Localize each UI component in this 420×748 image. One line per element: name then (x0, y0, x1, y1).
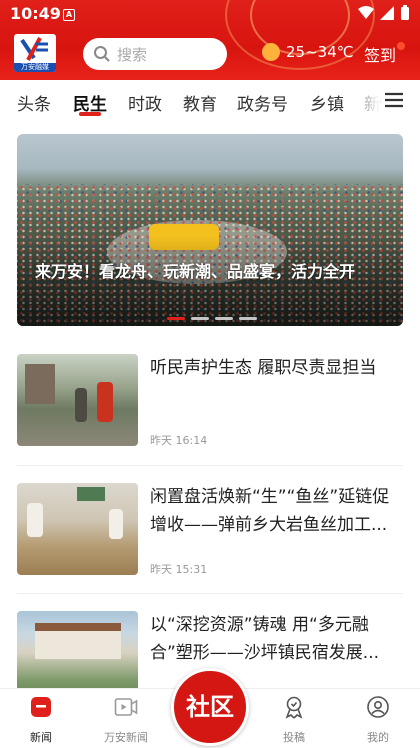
news-title: 闲置盘活焕新“生”“鱼丝”延链促增收——弹前乡大岩鱼丝加工... (150, 487, 390, 535)
banner-carousel[interactable]: 来万安！看龙舟、玩新潮、品盛宴，活力全开 (17, 134, 403, 326)
weather-widget[interactable]: 25~34℃ (262, 43, 354, 61)
app-header: 10:49 A 万安融媒 搜索 25~34℃ 签到 (0, 0, 420, 80)
menu-icon[interactable] (385, 92, 403, 108)
news-thumbnail (17, 354, 138, 446)
award-icon (285, 696, 303, 719)
news-title: 以“深挖资源”铸魂 用“多元融合”塑形——沙坪镇民宿发展... (150, 615, 380, 663)
carousel-dot[interactable] (191, 317, 209, 320)
status-icons (358, 5, 410, 21)
nav-label: 新闻 (30, 731, 52, 744)
search-placeholder: 搜索 (117, 45, 148, 64)
signin-button[interactable]: 签到 (364, 42, 396, 66)
battery-icon (401, 5, 409, 20)
status-bar: 10:49 A (0, 0, 420, 28)
notification-badge-icon: A (63, 9, 75, 21)
sun-icon (262, 43, 280, 61)
profile-icon (367, 696, 389, 718)
news-item[interactable]: 听民声护生态 履职尽责显担当 昨天 16:14 (17, 354, 403, 448)
news-time: 昨天 15:31 (150, 563, 208, 576)
weather-temperature: 25~34℃ (286, 43, 354, 61)
news-title: 听民声护生态 履职尽责显担当 (150, 358, 377, 378)
community-button[interactable]: 社区 (171, 668, 249, 746)
divider (17, 593, 403, 594)
search-input[interactable]: 搜索 (83, 38, 227, 70)
nav-wanan-news[interactable]: 万安新闻 (96, 695, 156, 745)
nav-news[interactable]: 新闻 (11, 695, 71, 745)
signin-badge-dot (397, 42, 405, 50)
tab-politics[interactable]: 时政 (128, 90, 162, 115)
carousel-dot[interactable] (239, 317, 257, 320)
wifi-icon (358, 6, 374, 19)
carousel-dots (167, 317, 257, 320)
tabs-fade (344, 84, 380, 120)
carousel-dot[interactable] (167, 317, 185, 320)
nav-submit[interactable]: 投稿 (264, 695, 324, 745)
search-icon (94, 46, 110, 62)
status-time: 10:49 (10, 4, 61, 23)
nav-mine[interactable]: 我的 (348, 695, 408, 745)
news-thumbnail (17, 483, 138, 575)
banner-title: 来万安！看龙舟、玩新潮、品盛宴，活力全开 (35, 262, 356, 281)
news-time: 昨天 16:14 (150, 434, 208, 447)
tab-education[interactable]: 教育 (183, 90, 217, 115)
news-item[interactable]: 闲置盘活焕新“生”“鱼丝”延链促增收——弹前乡大岩鱼丝加工... 昨天 15:3… (17, 483, 403, 577)
video-icon (114, 698, 138, 716)
active-tab-indicator (79, 112, 101, 116)
carousel-dot[interactable] (215, 317, 233, 320)
nav-label: 万安新闻 (104, 731, 148, 744)
logo-text: 万安融媒 (14, 63, 56, 72)
news-icon (31, 697, 51, 717)
signal-icon (380, 6, 394, 20)
nav-label: 我的 (367, 731, 389, 744)
logo-mark-icon (20, 37, 48, 61)
divider (17, 465, 403, 466)
tab-towns[interactable]: 乡镇 (310, 90, 344, 115)
app-logo[interactable]: 万安融媒 (14, 34, 56, 72)
tab-headlines[interactable]: 头条 (17, 90, 51, 115)
nav-label: 投稿 (283, 731, 305, 744)
tab-government[interactable]: 政务号 (237, 90, 288, 115)
